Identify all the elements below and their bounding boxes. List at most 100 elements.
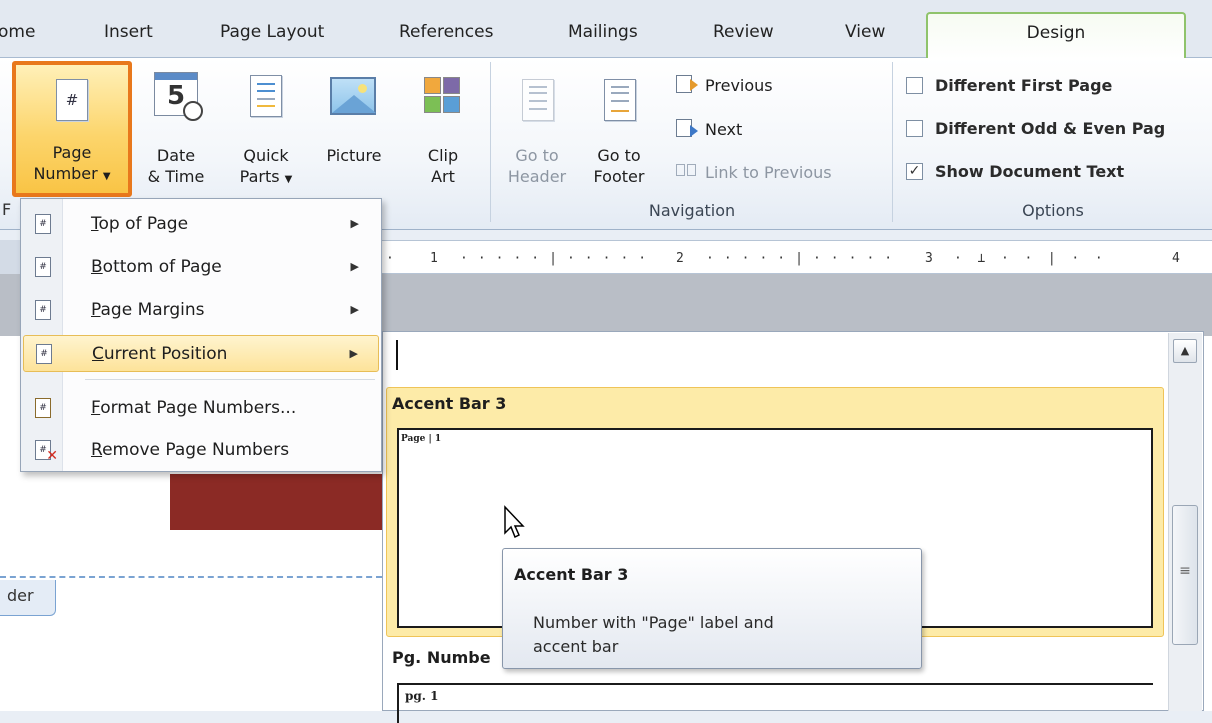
show-document-text-label: Show Document Text bbox=[935, 162, 1125, 181]
quick-parts-label-text: Parts bbox=[239, 167, 280, 186]
different-first-page-label: Different First Page bbox=[935, 76, 1113, 95]
picture-icon bbox=[330, 77, 376, 115]
menu-item-current-position[interactable]: # Current Position ▶ bbox=[23, 335, 379, 372]
gallery-scrollbar[interactable]: ▲ ≡ bbox=[1168, 333, 1202, 711]
menu-item-text: emove Page Numbers bbox=[102, 439, 290, 460]
menu-item-text: ormat Page Numbers... bbox=[100, 397, 297, 418]
link-to-previous-label: Link to Previous bbox=[705, 162, 832, 182]
submenu-arrow-icon: ▶ bbox=[349, 347, 358, 360]
checkbox-unchecked-icon bbox=[906, 77, 923, 94]
tab-home[interactable]: ome bbox=[0, 22, 35, 42]
menu-item-page-margins[interactable]: # Page Margins ▶ bbox=[23, 291, 379, 328]
preview-text: Page | 1 bbox=[401, 434, 442, 444]
ruler-mark-3: 3 bbox=[925, 251, 933, 266]
menu-item-label: Remove Page Numbers bbox=[91, 440, 289, 460]
clip-art-button[interactable]: Clip Art bbox=[410, 65, 476, 197]
go-to-header-label-line2: Header bbox=[507, 167, 567, 186]
next-label: Next bbox=[705, 119, 743, 139]
header-icon bbox=[522, 79, 554, 121]
remove-page-numbers-icon: # ✕ bbox=[35, 439, 58, 464]
tab-design[interactable]: Design bbox=[926, 12, 1186, 59]
mnemonic-letter: C bbox=[92, 343, 104, 364]
top-of-page-icon: # bbox=[35, 213, 51, 234]
different-odd-even-checkbox[interactable]: Different Odd & Even Pag bbox=[906, 119, 1165, 138]
header-tab-label: der bbox=[0, 580, 56, 616]
quick-parts-label-line1: Quick bbox=[243, 146, 289, 165]
tab-review[interactable]: Review bbox=[713, 22, 774, 42]
navigation-group-label: Navigation bbox=[648, 201, 736, 220]
ruler-mark-2: 2 bbox=[676, 251, 684, 266]
link-to-previous-icon bbox=[676, 162, 698, 182]
clock-icon bbox=[183, 101, 203, 121]
picture-label: Picture bbox=[326, 146, 382, 165]
submenu-arrow-icon: ▶ bbox=[350, 260, 359, 273]
tooltip-description: Number with "Page" label and accent bar bbox=[533, 611, 774, 659]
page-margins-icon: # bbox=[35, 299, 51, 320]
tab-view[interactable]: View bbox=[845, 22, 885, 42]
scroll-thumb[interactable]: ≡ bbox=[1172, 505, 1198, 645]
mouse-pointer-icon bbox=[504, 505, 525, 539]
menu-item-text: age Margins bbox=[100, 299, 205, 320]
tab-insert[interactable]: Insert bbox=[104, 22, 153, 42]
header-tab-text: der bbox=[7, 586, 34, 605]
tab-references[interactable]: References bbox=[399, 22, 493, 42]
footer-icon bbox=[604, 79, 636, 121]
menu-item-text: op of Page bbox=[98, 213, 189, 234]
dropdown-arrow-icon: ▼ bbox=[284, 174, 293, 185]
gallery-item-title: Accent Bar 3 bbox=[392, 394, 507, 413]
go-to-footer-button[interactable]: Go to Footer bbox=[580, 65, 658, 197]
ribbon-tab-bar: ome Insert Page Layout References Mailin… bbox=[0, 0, 1212, 59]
menu-item-bottom-of-page[interactable]: # Bottom of Page ▶ bbox=[23, 248, 379, 285]
tab-mailings[interactable]: Mailings bbox=[568, 22, 638, 42]
page-number-button[interactable]: # Page Number ▼ bbox=[12, 61, 132, 197]
tooltip-title: Accent Bar 3 bbox=[514, 565, 629, 584]
mnemonic-letter: R bbox=[91, 439, 103, 460]
preview-text: pg. 1 bbox=[405, 689, 439, 703]
checkbox-unchecked-icon bbox=[906, 120, 923, 137]
menu-item-remove-page-numbers[interactable]: # ✕ Remove Page Numbers bbox=[23, 431, 379, 468]
ruler-mark-1: 1 bbox=[430, 251, 438, 266]
next-button[interactable]: Next bbox=[676, 119, 742, 139]
page-number-icon-glyph: # bbox=[65, 91, 79, 109]
document-red-bar bbox=[170, 474, 382, 530]
previous-icon bbox=[676, 75, 698, 95]
previous-label: Previous bbox=[705, 75, 773, 95]
mnemonic-letter: P bbox=[91, 299, 101, 320]
menu-item-label: Top of Page bbox=[91, 214, 188, 234]
previous-button[interactable]: Previous bbox=[676, 75, 773, 95]
tab-page-layout[interactable]: Page Layout bbox=[220, 22, 324, 42]
go-to-header-button[interactable]: Go to Header bbox=[502, 65, 572, 197]
text-cursor bbox=[396, 340, 398, 370]
menu-item-format-page-numbers[interactable]: # Format Page Numbers... bbox=[23, 389, 379, 426]
format-page-numbers-icon: # bbox=[35, 397, 51, 418]
submenu-arrow-icon: ▶ bbox=[350, 217, 359, 230]
menu-item-label: Format Page Numbers... bbox=[91, 398, 296, 418]
menu-separator bbox=[85, 379, 375, 380]
picture-button[interactable]: Picture bbox=[315, 65, 393, 197]
bottom-of-page-icon: # bbox=[35, 256, 51, 277]
gallery-item-title: Pg. Numbe bbox=[392, 648, 491, 667]
ribbon-partial-label: F bbox=[2, 200, 12, 219]
clip-art-label-line1: Clip bbox=[427, 146, 459, 165]
different-odd-even-label: Different Odd & Even Pag bbox=[935, 119, 1166, 138]
different-first-page-checkbox[interactable]: Different First Page bbox=[906, 76, 1112, 95]
ruler-dots: · ⊥ · · | · · bbox=[954, 251, 1103, 266]
gallery-item-pg-number-preview[interactable]: pg. 1 bbox=[397, 683, 1153, 723]
quick-parts-button[interactable]: Quick Parts ▼ bbox=[230, 65, 302, 197]
show-document-text-checkbox[interactable]: ✓ Show Document Text bbox=[906, 162, 1124, 181]
horizontal-ruler[interactable]: · 1 ·····|····· 2 ·····|····· 3 · ⊥ · · … bbox=[380, 240, 1212, 274]
mnemonic-letter: F bbox=[91, 397, 101, 418]
checkbox-checked-icon: ✓ bbox=[906, 163, 923, 180]
clip-art-label-line2: Art bbox=[431, 167, 455, 186]
scroll-up-arrow-icon[interactable]: ▲ bbox=[1173, 339, 1197, 363]
menu-item-top-of-page[interactable]: # Top of Page ▶ bbox=[23, 205, 379, 242]
mnemonic-letter: T bbox=[91, 213, 99, 234]
page-number-label-line1: Page bbox=[52, 143, 92, 162]
menu-item-label: Current Position bbox=[92, 344, 227, 364]
menu-item-text: urrent Position bbox=[103, 343, 228, 364]
page-number-label-text: Number bbox=[33, 164, 98, 183]
link-to-previous-button[interactable]: Link to Previous bbox=[676, 162, 832, 182]
quick-parts-icon bbox=[250, 75, 282, 117]
date-time-button[interactable]: 5 Date & Time bbox=[145, 65, 207, 197]
next-icon bbox=[676, 119, 698, 139]
